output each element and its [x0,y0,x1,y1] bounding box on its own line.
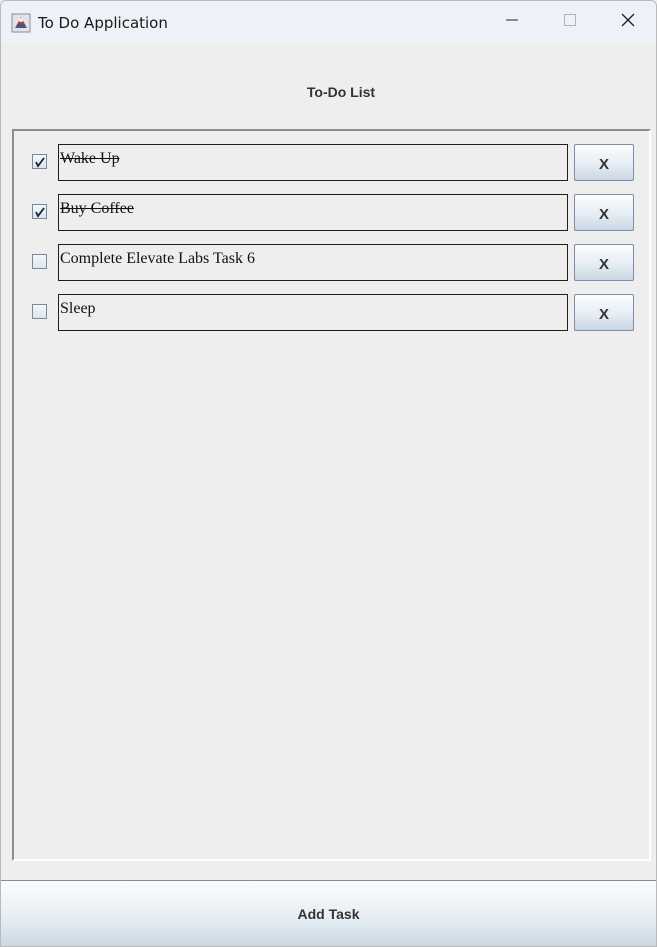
task-text-field[interactable]: Complete Elevate Labs Task 6 [58,244,568,281]
task-row: Sleep X [14,294,649,332]
task-row: Complete Elevate Labs Task 6 X [14,244,649,282]
task-text-field[interactable]: Sleep [58,294,568,331]
checkmark-icon [35,157,45,168]
task-text-field[interactable]: Wake Up [58,144,568,181]
delete-task-button[interactable]: X [574,144,634,181]
checkmark-icon [35,207,45,218]
task-checkbox[interactable] [32,254,47,269]
delete-task-button[interactable]: X [574,244,634,281]
minimize-button[interactable] [483,1,541,43]
task-row: Buy Coffee X [14,194,649,232]
task-row: Wake Up X [14,144,649,182]
task-checkbox[interactable] [32,204,47,219]
app-window: To Do Application To-Do List Wake Up X B… [0,0,657,947]
delete-task-button[interactable]: X [574,194,634,231]
window-title: To Do Application [38,14,168,32]
java-app-icon [11,13,31,33]
close-button[interactable] [599,1,656,43]
task-text-field[interactable]: Buy Coffee [58,194,568,231]
maximize-icon [564,13,576,31]
minimize-icon [506,13,518,31]
add-task-button[interactable]: Add Task [1,880,656,946]
close-icon [621,13,635,32]
task-checkbox[interactable] [32,154,47,169]
task-checkbox[interactable] [32,304,47,319]
title-bar[interactable]: To Do Application [1,1,656,43]
task-list-panel[interactable]: Wake Up X Buy Coffee X Complete Elevate … [12,129,651,861]
delete-task-button[interactable]: X [574,294,634,331]
page-title: To-Do List [306,84,376,100]
maximize-button[interactable] [541,1,599,43]
